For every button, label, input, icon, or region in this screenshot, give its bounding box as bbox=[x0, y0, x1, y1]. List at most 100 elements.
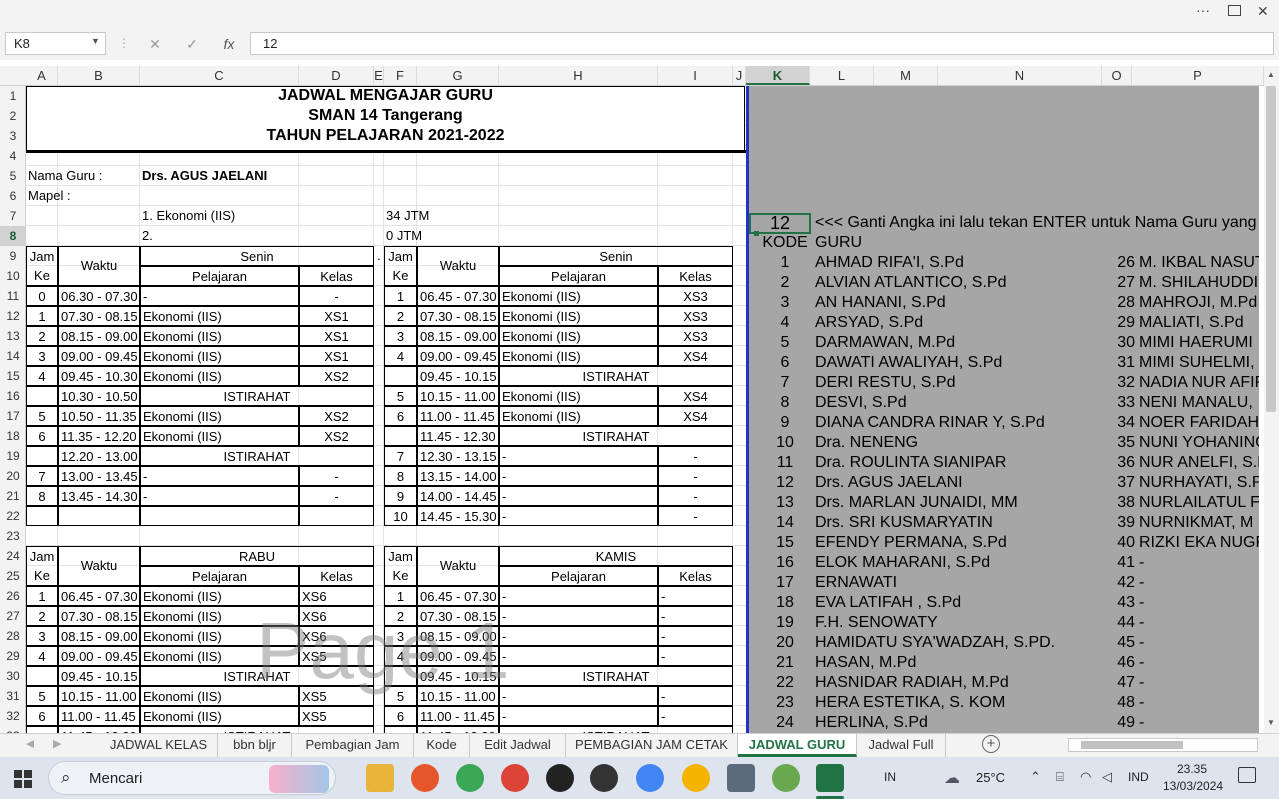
tab-next-icon[interactable]: ▶ bbox=[53, 737, 61, 750]
column-header-j[interactable]: J bbox=[733, 66, 746, 85]
tray-chevron-icon[interactable]: ⌃ bbox=[1030, 769, 1041, 785]
row-header-13[interactable]: 13 bbox=[0, 326, 25, 346]
row-header-31[interactable]: 31 bbox=[0, 686, 25, 706]
tab-pembagian-jam-cetak[interactable]: PEMBAGIAN JAM CETAK bbox=[566, 734, 738, 757]
clock-time[interactable]: 23.35 bbox=[1177, 762, 1207, 776]
tab-edit-jadwal[interactable]: Edit Jadwal bbox=[470, 734, 566, 757]
row-header-8[interactable]: 8 bbox=[0, 226, 25, 246]
tab-pembagian-jam[interactable]: Pembagian Jam bbox=[292, 734, 414, 757]
vertical-scrollbar[interactable]: ▲ ▼ bbox=[1264, 66, 1279, 733]
row-header-9[interactable]: 9 bbox=[0, 246, 25, 266]
row-header-22[interactable]: 22 bbox=[0, 506, 25, 526]
row-header-32[interactable]: 32 bbox=[0, 706, 25, 726]
capcut-icon[interactable] bbox=[546, 764, 574, 792]
row-header-7[interactable]: 7 bbox=[0, 206, 25, 226]
tab-prev-icon[interactable]: ◀ bbox=[26, 737, 34, 750]
enter-icon[interactable]: ✓ bbox=[182, 34, 202, 54]
scroll-up-icon[interactable]: ▲ bbox=[1267, 70, 1275, 79]
row-header-3[interactable]: 3 bbox=[0, 126, 25, 146]
wifi-icon[interactable]: ◠ bbox=[1080, 769, 1091, 785]
file-explorer-icon[interactable] bbox=[366, 764, 394, 792]
row-header-20[interactable]: 20 bbox=[0, 466, 25, 486]
network-icon[interactable]: ⌸ bbox=[1056, 769, 1064, 785]
excel-icon[interactable] bbox=[816, 764, 844, 792]
column-header-d[interactable]: D bbox=[299, 66, 374, 85]
column-header-l[interactable]: L bbox=[810, 66, 874, 85]
row-header-21[interactable]: 21 bbox=[0, 486, 25, 506]
scroll-down-icon[interactable]: ▼ bbox=[1267, 718, 1275, 727]
row-header-4[interactable]: 4 bbox=[0, 146, 25, 166]
column-header-k[interactable]: K bbox=[746, 66, 810, 85]
select-all-corner[interactable] bbox=[0, 66, 26, 85]
column-header-n[interactable]: N bbox=[938, 66, 1102, 85]
tab-kode[interactable]: Kode bbox=[414, 734, 470, 757]
creative-app-icon[interactable] bbox=[772, 764, 800, 792]
taskbar-search[interactable]: ⌕ Mencari bbox=[48, 761, 336, 795]
row-header-15[interactable]: 15 bbox=[0, 366, 25, 386]
column-header-a[interactable]: A bbox=[26, 66, 58, 85]
volume-icon[interactable]: ◁ bbox=[1102, 769, 1112, 785]
chrome-profile-icon[interactable] bbox=[636, 764, 664, 792]
column-header-i[interactable]: I bbox=[658, 66, 733, 85]
windows-start-icon[interactable] bbox=[14, 770, 32, 788]
row-header-28[interactable]: 28 bbox=[0, 626, 25, 646]
row-header-19[interactable]: 19 bbox=[0, 446, 25, 466]
column-header-e[interactable]: E bbox=[374, 66, 384, 85]
guru-kode: 13 bbox=[776, 494, 794, 511]
more-options-icon[interactable]: ··· bbox=[1196, 2, 1210, 18]
h-scroll-thumb[interactable] bbox=[1081, 741, 1183, 749]
function-icon[interactable]: fx bbox=[218, 34, 240, 54]
column-header-g[interactable]: G bbox=[417, 66, 499, 85]
column-header-h[interactable]: H bbox=[499, 66, 658, 85]
weather-temp[interactable]: 25°C bbox=[976, 770, 1005, 785]
formula-input[interactable]: 12 bbox=[250, 32, 1274, 55]
keyboard-indicator[interactable]: IND bbox=[1128, 770, 1149, 784]
row-header-27[interactable]: 27 bbox=[0, 606, 25, 626]
language-indicator[interactable]: IN bbox=[884, 770, 896, 784]
row-header-30[interactable]: 30 bbox=[0, 666, 25, 686]
row-header-29[interactable]: 29 bbox=[0, 646, 25, 666]
row-header-16[interactable]: 16 bbox=[0, 386, 25, 406]
add-sheet-icon[interactable]: + bbox=[982, 735, 1000, 753]
scroll-thumb[interactable] bbox=[1266, 86, 1276, 412]
tab-bbn-bljr[interactable]: bbn bljr bbox=[218, 734, 292, 757]
row-header-1[interactable]: 1 bbox=[0, 86, 25, 106]
restore-icon[interactable] bbox=[1228, 5, 1241, 16]
column-header-f[interactable]: F bbox=[384, 66, 417, 85]
tab-jadwal-full[interactable]: Jadwal Full bbox=[857, 734, 946, 757]
column-header-c[interactable]: C bbox=[140, 66, 299, 85]
column-header-o[interactable]: O bbox=[1102, 66, 1132, 85]
weather-icon[interactable]: ☁ bbox=[944, 768, 960, 788]
cancel-icon[interactable]: ✕ bbox=[145, 34, 165, 54]
row-header-18[interactable]: 18 bbox=[0, 426, 25, 446]
row-header-12[interactable]: 12 bbox=[0, 306, 25, 326]
row-header-14[interactable]: 14 bbox=[0, 346, 25, 366]
row-header-6[interactable]: 6 bbox=[0, 186, 25, 206]
row-header-25[interactable]: 25 bbox=[0, 566, 25, 586]
row-header-5[interactable]: 5 bbox=[0, 166, 25, 186]
capcut-icon[interactable] bbox=[590, 764, 618, 792]
row-header-24[interactable]: 24 bbox=[0, 546, 25, 566]
close-icon[interactable]: ✕ bbox=[1257, 3, 1269, 20]
row-header-11[interactable]: 11 bbox=[0, 286, 25, 306]
chevron-down-icon[interactable]: ▼ bbox=[91, 36, 100, 46]
row-header-2[interactable]: 2 bbox=[0, 106, 25, 126]
clock-date[interactable]: 13/03/2024 bbox=[1163, 779, 1223, 793]
row-header-26[interactable]: 26 bbox=[0, 586, 25, 606]
firefox-icon[interactable] bbox=[411, 764, 439, 792]
calculator-icon[interactable] bbox=[727, 764, 755, 792]
tab-jadwal-guru[interactable]: JADWAL GURU bbox=[738, 734, 857, 757]
chrome-icon[interactable] bbox=[682, 764, 710, 792]
tab-jadwal-kelas[interactable]: JADWAL KELAS bbox=[100, 734, 218, 757]
horizontal-scrollbar[interactable] bbox=[1068, 738, 1258, 752]
column-header-b[interactable]: B bbox=[58, 66, 140, 85]
row-header-10[interactable]: 10 bbox=[0, 266, 25, 286]
row-header-17[interactable]: 17 bbox=[0, 406, 25, 426]
column-header-p[interactable]: P bbox=[1132, 66, 1264, 85]
notification-icon[interactable] bbox=[1238, 767, 1256, 783]
chrome-icon[interactable] bbox=[501, 764, 529, 792]
column-header-m[interactable]: M bbox=[874, 66, 938, 85]
row-header-23[interactable]: 23 bbox=[0, 526, 25, 546]
chrome-icon[interactable] bbox=[456, 764, 484, 792]
row-header-33[interactable]: 33 bbox=[0, 726, 25, 733]
